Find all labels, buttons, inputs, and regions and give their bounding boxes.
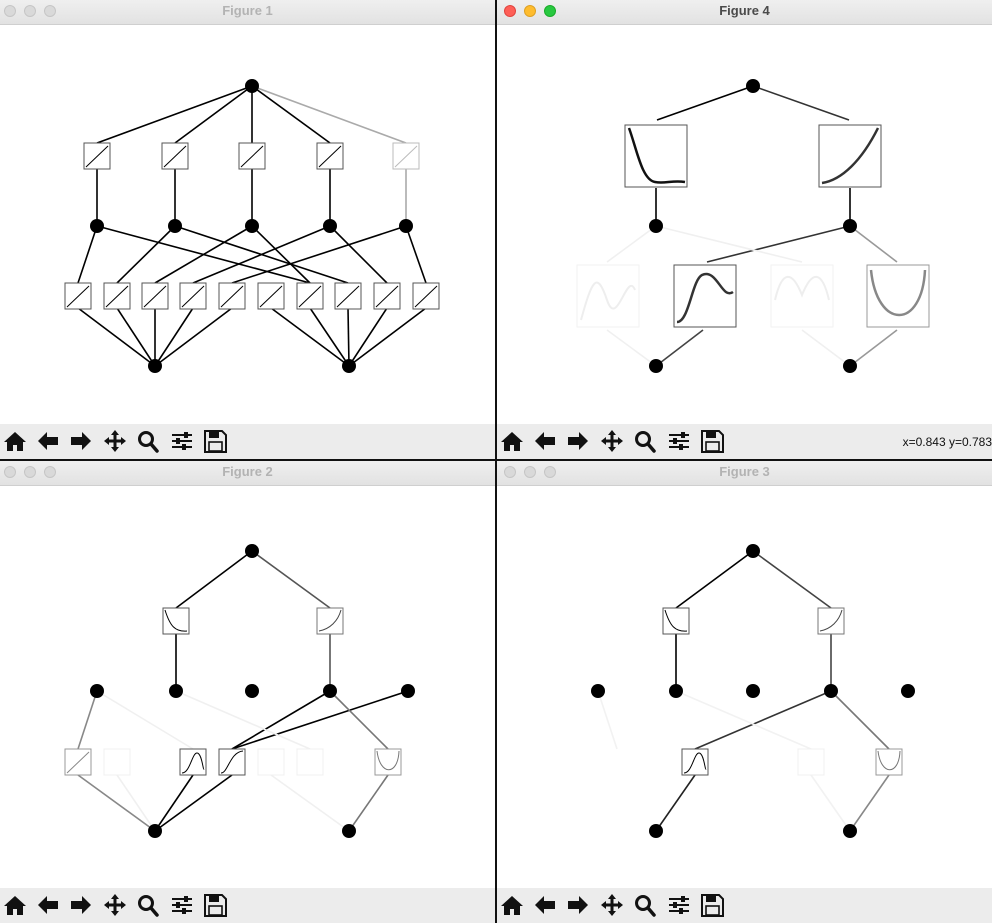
floppy-icon [701,894,724,917]
figure-4-window: Figure 4 x=0.843 y=0.783 [497,0,992,459]
move-icon [601,430,623,452]
arrow-left-icon [38,896,58,914]
home-button[interactable] [0,891,30,919]
window-divider-vertical [495,0,497,923]
arrow-left-icon [535,432,555,450]
home-icon [4,896,26,915]
title-bar[interactable]: Figure 2 [0,461,495,486]
magnifier-icon [138,895,159,917]
forward-button[interactable] [66,891,96,919]
zoom-button[interactable] [630,427,660,455]
forward-button[interactable] [563,891,593,919]
title-bar[interactable]: Figure 4 [497,0,992,25]
move-icon [104,894,126,916]
plot-canvas[interactable] [0,486,495,886]
save-button[interactable] [697,427,727,455]
window-title: Figure 4 [719,3,770,18]
arrow-left-icon [38,432,58,450]
navigation-toolbar [0,888,495,923]
arrow-right-icon [568,432,588,450]
home-icon [4,432,26,451]
magnifier-icon [635,895,656,917]
pan-button[interactable] [100,891,130,919]
move-icon [601,894,623,916]
plot-canvas[interactable] [497,486,992,886]
home-button[interactable] [497,891,527,919]
zoom-button[interactable] [630,891,660,919]
save-button[interactable] [200,427,230,455]
floppy-icon [204,894,227,917]
magnifier-icon [138,431,159,453]
pan-button[interactable] [597,891,627,919]
home-icon [501,432,523,451]
zoom-button[interactable] [133,891,163,919]
back-button[interactable] [33,427,63,455]
configure-subplots-button[interactable] [167,427,197,455]
configure-subplots-button[interactable] [167,891,197,919]
window-title: Figure 1 [222,3,273,18]
move-icon [104,430,126,452]
navigation-toolbar: x=0.843 y=0.783 [497,424,992,459]
forward-button[interactable] [66,427,96,455]
floppy-icon [701,430,724,453]
magnifier-icon [635,431,656,453]
plot-canvas[interactable] [497,25,992,423]
arrow-right-icon [71,432,91,450]
sliders-icon [669,432,689,450]
pan-button[interactable] [100,427,130,455]
figure-1-window: Figure 1 [0,0,495,459]
window-divider-horizontal [0,459,992,461]
zoom-button[interactable] [133,427,163,455]
plot-canvas[interactable] [0,25,495,423]
arrow-left-icon [535,896,555,914]
configure-subplots-button[interactable] [664,427,694,455]
home-button[interactable] [497,427,527,455]
window-title: Figure 3 [719,464,770,479]
window-title: Figure 2 [222,464,273,479]
figure-3-window: Figure 3 [497,461,992,923]
title-bar[interactable]: Figure 1 [0,0,495,25]
home-icon [501,896,523,915]
sliders-icon [669,896,689,914]
save-button[interactable] [697,891,727,919]
arrow-right-icon [568,896,588,914]
back-button[interactable] [530,427,560,455]
floppy-icon [204,430,227,453]
sliders-icon [172,896,192,914]
configure-subplots-button[interactable] [664,891,694,919]
save-button[interactable] [200,891,230,919]
back-button[interactable] [530,891,560,919]
home-button[interactable] [0,427,30,455]
navigation-toolbar [0,424,495,459]
cursor-coordinates: x=0.843 y=0.783 [902,435,992,449]
navigation-toolbar [497,888,992,923]
title-bar[interactable]: Figure 3 [497,461,992,486]
figure-2-window: Figure 2 [0,461,495,923]
sliders-icon [172,432,192,450]
arrow-right-icon [71,896,91,914]
forward-button[interactable] [563,427,593,455]
pan-button[interactable] [597,427,627,455]
back-button[interactable] [33,891,63,919]
